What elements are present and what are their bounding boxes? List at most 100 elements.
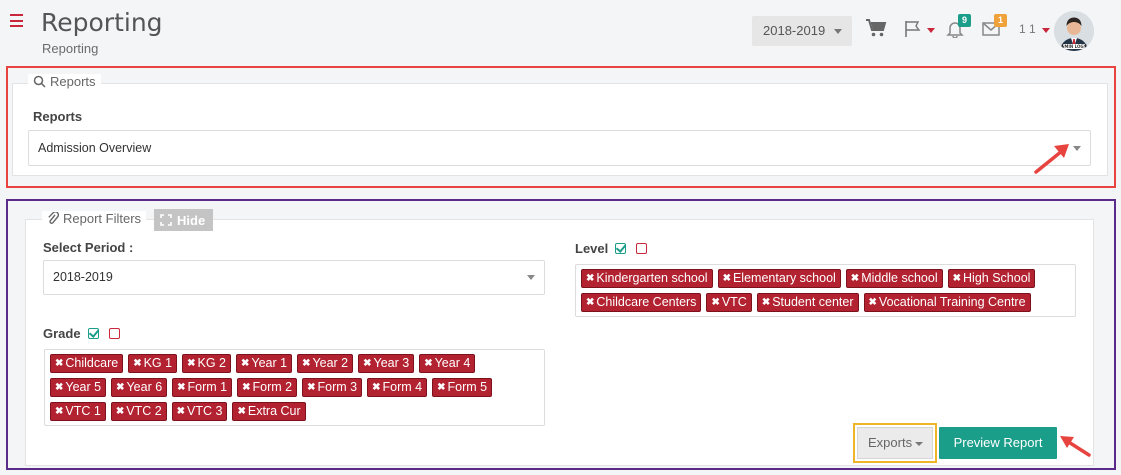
chevron-down-icon [834, 29, 842, 34]
remove-tag-icon[interactable]: ✖ [177, 402, 185, 421]
grade-tag: ✖ Year 5 [50, 378, 107, 397]
grade-tag: ✖ Year 6 [111, 378, 168, 397]
grade-tag-label: Year 5 [65, 380, 102, 394]
grade-tag: ✖ Form 4 [367, 378, 428, 397]
remove-tag-icon[interactable]: ✖ [723, 269, 731, 288]
level-tag-label: High School [963, 271, 1031, 285]
remove-tag-icon[interactable]: ✖ [116, 402, 124, 421]
period-select[interactable]: 2018-2019 [43, 260, 545, 295]
grade-clear-all-checkbox[interactable] [108, 328, 120, 339]
hide-filters-button[interactable]: Hide [154, 209, 213, 231]
grade-tag: ✖ Form 3 [302, 378, 363, 397]
exports-label: Exports [868, 435, 913, 450]
grade-tag-label: VTC 1 [65, 404, 101, 418]
paperclip-icon [48, 211, 59, 224]
user-caret-icon[interactable] [1042, 28, 1050, 33]
grade-tag: ✖ VTC 3 [171, 402, 228, 421]
level-tag-label: Middle school [861, 271, 938, 285]
remove-tag-icon[interactable]: ✖ [237, 402, 245, 421]
remove-tag-icon[interactable]: ✖ [177, 378, 185, 397]
annotation-arrow-icon [1034, 144, 1069, 174]
grade-tag-label: Year 2 [312, 356, 349, 370]
remove-tag-icon[interactable]: ✖ [55, 378, 63, 397]
remove-tag-icon[interactable]: ✖ [869, 293, 877, 312]
grade-tag-label: Year 6 [126, 380, 163, 394]
remove-tag-icon[interactable]: ✖ [133, 354, 141, 373]
remove-tag-icon[interactable]: ✖ [851, 269, 859, 288]
grade-tag: ✖ Childcare [50, 354, 124, 373]
grade-tag-label: KG 1 [143, 356, 173, 370]
remove-tag-icon[interactable]: ✖ [302, 354, 310, 373]
grade-tag-label: Year 3 [373, 356, 410, 370]
exports-button[interactable]: Exports [857, 427, 933, 459]
remove-tag-icon[interactable]: ✖ [437, 378, 445, 397]
remove-tag-icon[interactable]: ✖ [187, 354, 195, 373]
remove-tag-icon[interactable]: ✖ [241, 354, 249, 373]
messages-button[interactable]: 1 [982, 14, 1012, 40]
level-tag-select[interactable]: ✖ Kindergarten school ✖ Elementary school ✖ M… [575, 264, 1076, 317]
chevron-down-icon [527, 275, 535, 280]
grade-tag-label: Form 3 [317, 380, 358, 394]
remove-tag-icon[interactable]: ✖ [711, 293, 719, 312]
grade-tag: ✖ KG 2 [182, 354, 231, 373]
grade-tag-label: Childcare [65, 356, 119, 370]
level-label-text: Level [575, 241, 609, 256]
level-clear-all-checkbox[interactable] [636, 243, 648, 254]
grade-tag: ✖ Year 2 [297, 354, 354, 373]
remove-tag-icon[interactable]: ✖ [424, 354, 432, 373]
level-tag: ✖ Elementary school [717, 269, 841, 288]
report-select[interactable]: Admission Overview [28, 130, 1091, 166]
reports-field-label: Reports [33, 109, 83, 124]
grade-tag-label: VTC 3 [187, 404, 223, 418]
period-select-value: 2018-2019 [53, 270, 113, 284]
grade-tag: ✖ Form 1 [172, 378, 233, 397]
remove-tag-icon[interactable]: ✖ [762, 293, 770, 312]
remove-tag-icon[interactable]: ✖ [307, 378, 315, 397]
hide-filters-label: Hide [177, 212, 206, 228]
grade-tag-select[interactable]: ✖ Childcare ✖ KG 1 ✖ KG 2 ✖ Year 1 ✖ Year 2 ✖ Year … [44, 349, 545, 426]
grade-tag: ✖ VTC 1 [50, 402, 106, 421]
remove-tag-icon[interactable]: ✖ [242, 378, 250, 397]
remove-tag-icon[interactable]: ✖ [363, 354, 371, 373]
level-tag: ✖ Student center [756, 293, 859, 312]
annotation-arrow-icon [1060, 436, 1091, 457]
grade-tag-label: VTC 2 [126, 404, 162, 418]
reports-legend: Reports [28, 74, 101, 89]
academic-year-select[interactable]: 2018-2019 [752, 16, 852, 46]
remove-tag-icon[interactable]: ✖ [55, 354, 63, 373]
avatar[interactable]: SMIN LOGY [1054, 11, 1094, 51]
remove-tag-icon[interactable]: ✖ [953, 269, 961, 288]
hamburger-icon[interactable] [10, 14, 23, 27]
level-tag-label: Elementary school [732, 271, 836, 285]
level-tag: ✖ Vocational Training Centre [863, 293, 1031, 312]
search-icon [33, 75, 46, 88]
preview-report-button[interactable]: Preview Report [939, 427, 1057, 459]
collapse-icon [160, 214, 172, 226]
level-tag-label: Childcare Centers [596, 295, 697, 309]
grade-tag: ✖ Extra Cur [232, 402, 306, 421]
reports-legend-label: Reports [50, 74, 96, 89]
notifications-button[interactable]: 9 [946, 14, 974, 40]
level-tag: ✖ Childcare Centers [581, 293, 702, 312]
page-subtitle: Reporting [42, 41, 99, 56]
remove-tag-icon[interactable]: ✖ [586, 293, 594, 312]
remove-tag-icon[interactable]: ✖ [55, 402, 63, 421]
grade-label: Grade [43, 326, 120, 341]
flag-menu[interactable] [904, 20, 936, 40]
cart-icon[interactable] [865, 18, 887, 38]
level-tag: ✖ VTC [706, 293, 752, 312]
grade-tag: ✖ VTC 2 [110, 402, 167, 421]
page-title: Reporting [41, 8, 163, 37]
user-name[interactable]: 1 1 [1019, 22, 1036, 36]
grade-tag-label: Form 2 [252, 380, 293, 394]
level-tag: ✖ Middle school [845, 269, 943, 288]
grade-select-all-checkbox[interactable] [87, 328, 99, 339]
level-select-all-checkbox[interactable] [615, 243, 627, 254]
level-tag: ✖ High School [947, 269, 1036, 288]
remove-tag-icon[interactable]: ✖ [586, 269, 594, 288]
level-tag-label: VTC [721, 295, 747, 309]
level-label: Level [575, 241, 648, 256]
remove-tag-icon[interactable]: ✖ [116, 378, 124, 397]
remove-tag-icon[interactable]: ✖ [372, 378, 380, 397]
messages-badge: 1 [994, 14, 1007, 27]
